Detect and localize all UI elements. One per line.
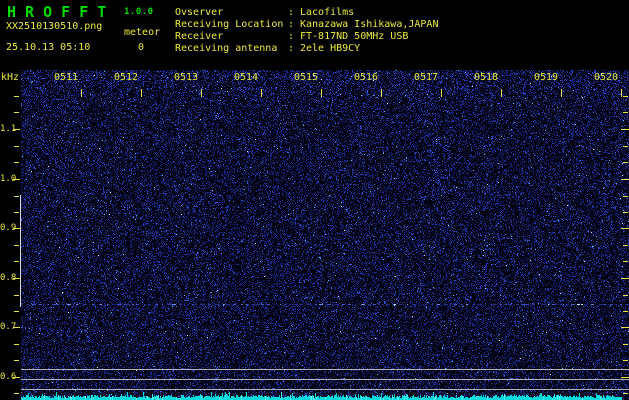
- info-label: Receiver: [175, 31, 223, 42]
- x-axis-time-label: 0515: [294, 72, 318, 83]
- info-value: Kanazawa Ishikawa,JAPAN: [300, 19, 438, 30]
- info-colon: :: [288, 19, 294, 30]
- x-axis-time-label: 0520: [594, 72, 618, 83]
- info-label: Ovserver: [175, 7, 223, 18]
- hrofft-output-screen: H R O F F T 1.0.0 XX2510130510.png meteo…: [0, 0, 629, 400]
- spectrogram-canvas: [0, 0, 629, 400]
- info-row: Ovserver : Lacofilms: [0, 7, 629, 18]
- info-row: Receiving Location : Kanazawa Ishikawa,J…: [0, 19, 629, 30]
- y-axis-tick-label: 1.1: [0, 124, 13, 134]
- x-axis-time-label: 0514: [234, 72, 258, 83]
- x-axis-time-label: 0513: [174, 72, 198, 83]
- x-axis-time-label: 0519: [534, 72, 558, 83]
- x-axis-time-label: 0517: [414, 72, 438, 83]
- info-colon: :: [288, 31, 294, 42]
- x-axis-time-label: 0511: [54, 72, 78, 83]
- noise-reference-line: [21, 389, 629, 390]
- info-colon: :: [288, 7, 294, 18]
- x-axis-time-label: 0512: [114, 72, 138, 83]
- y-axis-tick-label: 0.7: [0, 322, 13, 332]
- info-colon: :: [288, 43, 294, 54]
- y-axis-tick-label: 0.9: [0, 223, 13, 233]
- x-axis-time-label: 0518: [474, 72, 498, 83]
- noise-reference-line: [21, 369, 629, 370]
- y-axis-tick-label: 0.6: [0, 372, 13, 382]
- info-value: FT-817ND 50MHz USB: [300, 31, 408, 42]
- y-axis-tick-label: 0.8: [0, 273, 13, 283]
- info-label: Receiving antenna: [175, 43, 277, 54]
- info-row: Receiver : FT-817ND 50MHz USB: [0, 31, 629, 42]
- info-value: 2ele HB9CY: [300, 43, 360, 54]
- info-row: Receiving antenna : 2ele HB9CY: [0, 43, 629, 54]
- y-axis-tick-label: 1.0: [0, 174, 13, 184]
- noise-reference-line: [21, 379, 629, 380]
- detection-band-marker: [20, 195, 21, 307]
- x-axis-time-label: 0516: [354, 72, 378, 83]
- info-label: Receiving Location: [175, 19, 283, 30]
- info-value: Lacofilms: [300, 7, 354, 18]
- y-axis-unit-label: kHz: [1, 72, 19, 83]
